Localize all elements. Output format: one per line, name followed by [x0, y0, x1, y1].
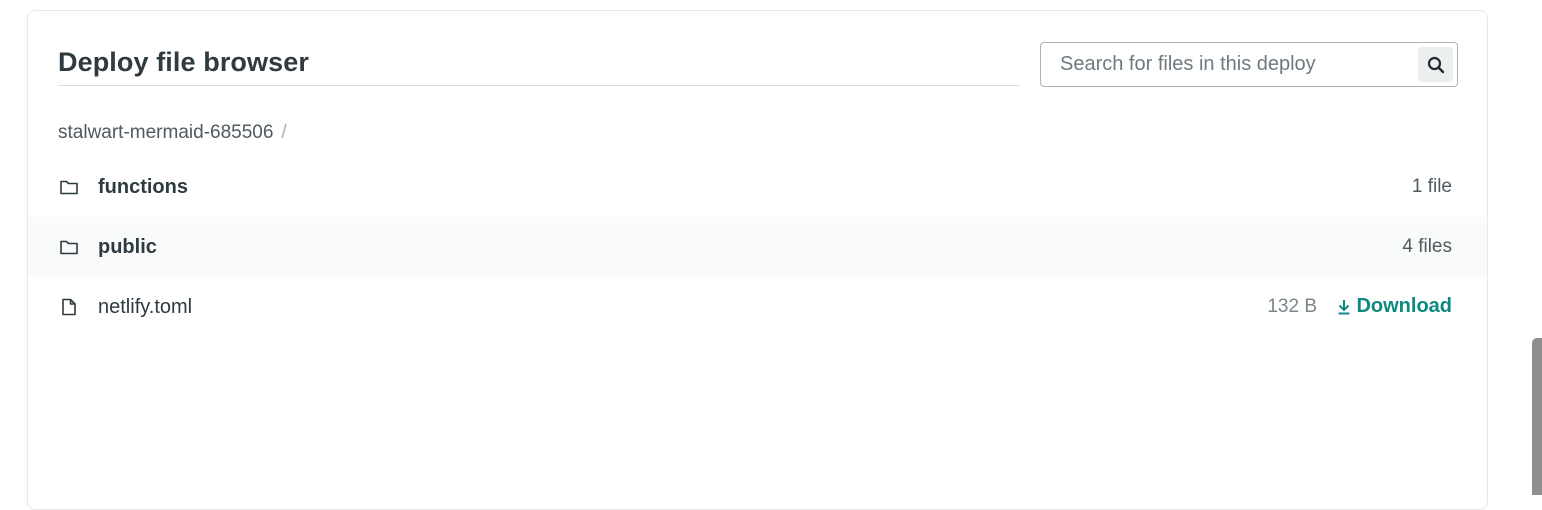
- download-link[interactable]: Download: [1337, 295, 1452, 318]
- entry-file-count: 1 file: [1411, 176, 1452, 197]
- browser-header: Deploy file browser: [58, 41, 1020, 86]
- file-list: functions 1 file public 4 files netlify.…: [28, 157, 1487, 337]
- breadcrumb-separator: /: [281, 122, 287, 143]
- scrollbar-thumb[interactable]: [1532, 338, 1542, 495]
- entry-file-count: 4 files: [1402, 236, 1452, 257]
- breadcrumb-root[interactable]: stalwart-mermaid-685506: [58, 122, 273, 143]
- download-icon: [1338, 299, 1350, 314]
- search-icon: [1427, 56, 1444, 73]
- entry-name[interactable]: public: [98, 236, 157, 259]
- entry-name[interactable]: functions: [98, 176, 188, 199]
- file-icon: [62, 298, 76, 316]
- breadcrumb: stalwart-mermaid-685506 /: [58, 122, 287, 144]
- folder-icon: [60, 240, 78, 255]
- entry-file-size: 132 B: [1267, 296, 1317, 317]
- page-title: Deploy file browser: [58, 47, 309, 77]
- list-item-netlify-toml[interactable]: netlify.toml 132 B Download: [28, 277, 1487, 337]
- deploy-file-browser-panel: Deploy file browser stalwart-mermaid-685…: [27, 10, 1488, 510]
- search-input[interactable]: [1042, 44, 1414, 85]
- search-button[interactable]: [1418, 47, 1453, 82]
- file-search: [1040, 42, 1458, 87]
- download-label: Download: [1356, 295, 1452, 317]
- list-item-functions[interactable]: functions 1 file: [28, 157, 1487, 217]
- entry-name[interactable]: netlify.toml: [98, 296, 192, 319]
- folder-icon: [60, 180, 78, 195]
- list-item-public[interactable]: public 4 files: [28, 217, 1487, 277]
